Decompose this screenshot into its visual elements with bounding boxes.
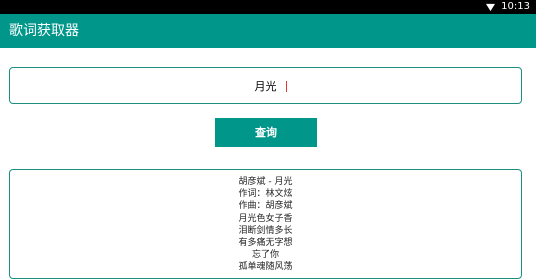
lyrics-line: 有多痛无字想 bbox=[238, 237, 293, 248]
lyrics-line: 忘了你 bbox=[251, 250, 279, 261]
lyrics-panel[interactable]: 胡彦斌 - 月光 作词：林文炫 作曲：胡彦斌 月光色女子香 泪断剑情多长 有多痛… bbox=[9, 169, 522, 279]
song-search-field[interactable] bbox=[9, 67, 522, 104]
lyrics-line: 月光色女子香 bbox=[238, 213, 293, 224]
query-button[interactable]: 查询 bbox=[215, 118, 317, 147]
app-bar: 歌词获取器 bbox=[0, 14, 536, 48]
lyrics-line: 作曲：胡彦斌 bbox=[238, 201, 293, 212]
status-time: 10:13 bbox=[501, 1, 530, 12]
text-cursor bbox=[286, 81, 287, 92]
lyrics-line: 泪断剑情多长 bbox=[238, 225, 293, 236]
status-bar: 10:13 bbox=[0, 0, 536, 14]
song-search-input[interactable] bbox=[10, 68, 521, 103]
lyrics-line: 胡彦斌 - 月光 bbox=[238, 177, 293, 187]
lyrics-list: 胡彦斌 - 月光 作词：林文炫 作曲：胡彦斌 月光色女子香 泪断剑情多长 有多痛… bbox=[10, 176, 521, 274]
wifi-icon bbox=[486, 3, 495, 12]
lyrics-line: 孤单魂随风荡 bbox=[238, 262, 293, 273]
lyrics-line: 作词：林文炫 bbox=[238, 189, 293, 200]
app-title: 歌词获取器 bbox=[9, 23, 79, 39]
